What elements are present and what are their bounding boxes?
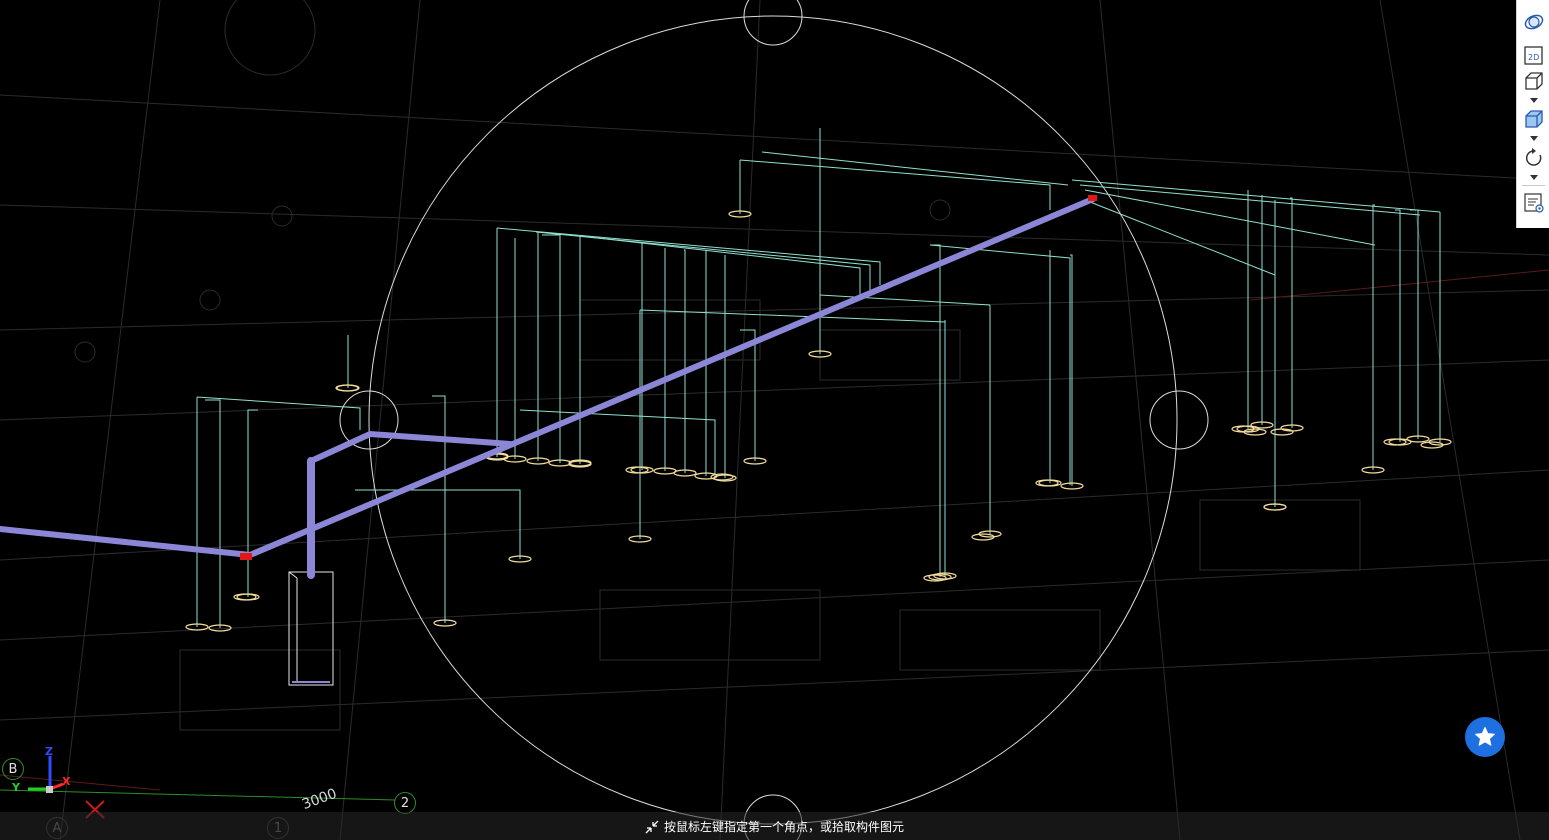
view-toolbar: 2D [1516, 0, 1549, 228]
sprinkler-heads[interactable] [185, 210, 1452, 632]
toolbar-divider [1522, 185, 1545, 186]
branch-pipe [1084, 199, 1276, 276]
axis-gizmo [28, 756, 64, 793]
branch-pipe [930, 244, 941, 577]
2d-label: 2D [1528, 53, 1539, 62]
axis-y-label: Y [12, 781, 20, 794]
grid-bubble-2: 2 [394, 792, 416, 814]
floor-plan-red-lines [0, 269, 1549, 791]
favorite-button[interactable] [1465, 717, 1505, 757]
axis-x-label: X [62, 775, 71, 788]
star-icon [1475, 727, 1495, 746]
branch-pipe [496, 227, 881, 285]
branch-pipe [1290, 197, 1293, 428]
branch-pipe [739, 159, 1051, 210]
orbit-handle-right [1149, 390, 1209, 450]
orbit-icon[interactable] [1521, 9, 1547, 35]
sprinkler-head[interactable] [335, 384, 359, 392]
branch-pipe [761, 151, 1069, 186]
main-pipe[interactable] [0, 196, 1096, 579]
3d-box-icon[interactable] [1521, 68, 1547, 94]
pipe-end-marker-left [240, 553, 252, 560]
branch-pipe [1410, 209, 1419, 439]
2d-view-icon[interactable]: 2D [1521, 42, 1547, 68]
pipe-end-marker-right [1088, 195, 1097, 201]
orbit-navigator[interactable] [339, 0, 1209, 840]
rotate-icon[interactable] [1521, 145, 1547, 171]
properties-icon[interactable] [1521, 190, 1547, 216]
pipe-shaft-box [288, 571, 334, 686]
branch-pipe [1079, 184, 1421, 216]
chevron-down-icon[interactable] [1528, 134, 1540, 143]
branch-pipe [929, 244, 1071, 485]
branch-pipe [536, 231, 539, 461]
chevron-down-icon[interactable] [1528, 96, 1540, 105]
branch-pipe [247, 409, 258, 597]
grid-bubble-b: B [2, 758, 24, 780]
branch-pipe [519, 409, 716, 475]
chevron-down-icon[interactable] [1528, 173, 1540, 182]
branch-pipe [641, 242, 645, 470]
branch-pipe [684, 249, 686, 473]
floor-plan-background [0, 0, 1549, 840]
branch-pipe [579, 235, 861, 295]
branch-pipe [196, 396, 361, 430]
3d-box-filled-icon[interactable] [1521, 106, 1547, 132]
branch-pipe [1071, 179, 1441, 213]
branch-pipe [205, 399, 221, 628]
status-prompt: 按鼠标左键指定第一个角点，或拾取构件图元 [644, 818, 904, 835]
model-scene[interactable] [0, 0, 1549, 840]
branch-pipes [196, 128, 1441, 628]
orbit-handle-top [743, 0, 803, 46]
axis-z-label: Z [45, 745, 53, 758]
branch-pipe [432, 395, 446, 623]
select-cursor-icon [645, 820, 659, 833]
branch-pipe [1395, 209, 1401, 442]
3d-viewport[interactable]: Z Y X B A 1 2 3000 2D [0, 0, 1549, 840]
status-prompt-text: 按鼠标左键指定第一个角点，或拾取构件图元 [664, 820, 905, 834]
